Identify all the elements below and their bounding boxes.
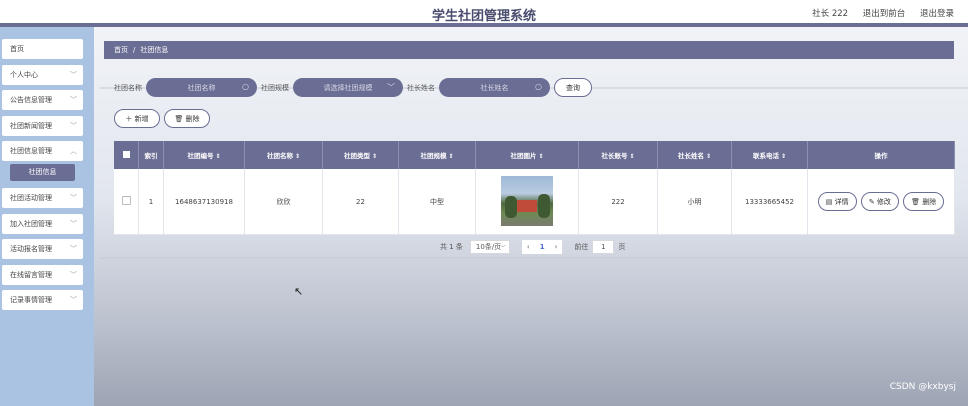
page-number[interactable]: 1: [535, 243, 550, 251]
sidebar-item-notice-management[interactable]: 公告信息管理 ﹀: [2, 90, 83, 111]
sort-icon: ⇕: [780, 153, 787, 160]
header-phone[interactable]: 联系电话 ⇕: [731, 141, 808, 169]
leader-name-input[interactable]: 社长姓名 ○: [439, 78, 550, 97]
row-checkbox[interactable]: [121, 196, 131, 205]
cell-index: 1: [138, 169, 164, 235]
breadcrumb-home[interactable]: 首页: [114, 45, 128, 55]
edit-button[interactable]: ✎ 修改: [860, 192, 899, 211]
breadcrumb: 首页 / 社团信息: [104, 41, 954, 59]
goto-page-input[interactable]: 1: [592, 240, 615, 254]
sidebar-item-message-management[interactable]: 在线留言管理 ﹀: [2, 264, 83, 285]
cell-leader-name: 小明: [657, 169, 732, 235]
detail-button[interactable]: ▤ 详情: [817, 192, 857, 211]
cell-operations: ▤ 详情 ✎ 修改 🗑 删除: [807, 169, 955, 235]
header-club-image[interactable]: 社团图片 ⇕: [475, 141, 579, 169]
sidebar-menu: 首页 个人中心 ﹀ 公告信息管理 ﹀ 社团新闻管理 ﹀ 社团信息管理 ︿ 社团信息 社团…: [2, 39, 83, 316]
chevron-up-icon: ︿: [70, 147, 77, 156]
mouse-cursor-icon: ↖: [294, 285, 304, 298]
query-button[interactable]: 查询: [554, 78, 592, 97]
search-icon: ○: [535, 82, 542, 91]
cell-club-scale: 中型: [398, 169, 476, 235]
chevron-down-icon: ﹀: [70, 70, 77, 79]
search-icon: ○: [242, 82, 249, 91]
chevron-down-icon: ﹀: [70, 219, 77, 228]
top-header: 学生社团管理系统 社长 222 退出到前台 退出登录: [0, 0, 968, 27]
cell-club-image: [475, 169, 579, 235]
sidebar-item-record-management[interactable]: 记录事情管理 ﹀: [2, 290, 83, 311]
chevron-down-icon: ﹀: [70, 121, 77, 130]
sidebar-subitem-club-info[interactable]: 社团信息: [10, 163, 75, 181]
club-name-label: 社团名称: [114, 83, 142, 92]
sort-icon: ⇕: [538, 153, 544, 160]
header-club-id[interactable]: 社团编号 ⇕: [163, 141, 245, 169]
sidebar-item-personal-center[interactable]: 个人中心 ﹀: [2, 64, 83, 85]
leader-name-label: 社长姓名: [407, 83, 435, 92]
trash-icon: 🗑: [174, 114, 184, 123]
logout-link[interactable]: 退出登录: [920, 9, 954, 19]
header-club-name[interactable]: 社团名称 ⇕: [244, 141, 323, 169]
chevron-down-icon: ﹀: [70, 296, 77, 305]
club-scale-label: 社团规模: [261, 83, 289, 92]
chevron-down-icon: ﹀: [70, 96, 77, 105]
breadcrumb-current: 社团信息: [140, 46, 169, 54]
select-all-checkbox[interactable]: [122, 150, 130, 158]
sort-icon: ⇕: [629, 153, 635, 160]
document-icon: ▤: [825, 197, 833, 206]
goto-label: 前往: [574, 243, 589, 251]
header-club-scale[interactable]: 社团规模 ⇕: [398, 141, 476, 169]
chevron-down-icon: ﹀: [70, 245, 77, 254]
cell-club-type: 22: [322, 169, 399, 235]
page-unit: 页: [618, 243, 626, 251]
watermark: CSDN @kxbysj: [889, 382, 956, 392]
cell-phone: 13333665452: [731, 169, 808, 235]
page-size-select[interactable]: 10条/页 ﹀: [469, 240, 510, 254]
goto-page: 前往 1 页: [574, 240, 625, 254]
cell-club-id: 1648637130918: [163, 169, 245, 235]
chevron-down-icon: ﹀: [70, 270, 77, 279]
header-index: 索引: [138, 141, 164, 169]
sidebar-item-signup-management[interactable]: 活动报名管理 ﹀: [2, 239, 83, 260]
chevron-down-icon: ﹀: [499, 245, 506, 252]
header-club-type[interactable]: 社团类型 ⇕: [322, 141, 399, 169]
prev-page-icon[interactable]: ‹: [522, 243, 535, 251]
club-table: 索引 社团编号 ⇕ 社团名称 ⇕ 社团类型 ⇕ 社团规模 ⇕ 社团图片 ⇕ 社长账号 ⇕ 社…: [114, 141, 955, 235]
club-scale-select[interactable]: 请选择社团规模 ﹀: [293, 78, 403, 97]
sort-icon: ⇕: [215, 153, 221, 160]
add-button[interactable]: ＋ 新增: [114, 109, 160, 128]
action-bar: ＋ 新增 🗑 删除: [114, 109, 214, 128]
pagination: 共 1 条 10条/页 ﹀ ‹ 1 › 前往 1 页: [440, 240, 625, 254]
club-image: [501, 175, 553, 226]
sort-icon: ⇕: [294, 153, 301, 160]
cell-leader-account: 222: [578, 169, 658, 235]
header-leader-name[interactable]: 社长姓名 ⇕: [657, 141, 732, 169]
chevron-down-icon: ﹀: [70, 193, 77, 202]
sidebar-item-activity-management[interactable]: 社团活动管理 ﹀: [2, 187, 83, 208]
cell-club-name: 欣欣: [244, 169, 323, 235]
sort-icon: ⇕: [371, 153, 378, 160]
sidebar-item-join-management[interactable]: 加入社团管理 ﹀: [2, 213, 83, 234]
current-user: 社长 222: [812, 9, 849, 19]
header-operations: 操作: [807, 141, 955, 169]
next-page-icon[interactable]: ›: [550, 243, 563, 251]
page-nav: ‹ 1 ›: [521, 240, 563, 254]
sidebar-item-club-info-management[interactable]: 社团信息管理 ︿: [2, 141, 83, 162]
plus-icon: ＋: [125, 114, 133, 123]
sort-icon: ⇕: [705, 153, 712, 160]
table-row: 1 1648637130918 欣欣 22 中型 222 小明 13333665…: [114, 169, 955, 235]
header-leader-account[interactable]: 社长账号 ⇕: [578, 141, 658, 169]
delete-button[interactable]: 🗑 删除: [164, 109, 210, 128]
breadcrumb-separator: /: [133, 46, 136, 54]
exit-to-front-link[interactable]: 退出到前台: [863, 9, 906, 19]
chevron-down-icon: ﹀: [387, 83, 395, 92]
club-name-input[interactable]: 社团名称 ○: [146, 78, 257, 97]
sidebar-item-news-management[interactable]: 社团新闻管理 ﹀: [2, 115, 83, 136]
search-bar: 社团名称 社团名称 ○ 社团规模 请选择社团规模 ﹀ 社长姓名 社长姓名 ○ 查…: [114, 78, 592, 97]
sidebar-item-home[interactable]: 首页: [2, 39, 83, 59]
edit-icon: ✎: [868, 197, 875, 206]
total-count: 共 1 条: [440, 243, 463, 251]
row-delete-button[interactable]: 🗑 删除: [903, 192, 945, 211]
trash-icon: 🗑: [911, 197, 921, 206]
sort-icon: ⇕: [448, 153, 454, 160]
